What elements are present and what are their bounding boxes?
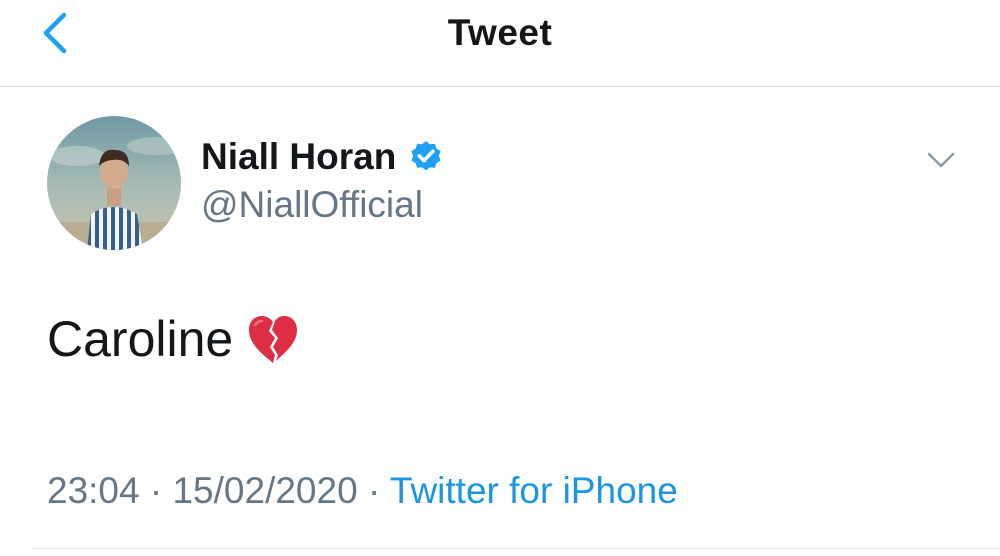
tweet-time: 23:04 [47, 470, 140, 511]
page-title: Tweet [447, 12, 553, 53]
tweet-source-link[interactable]: Twitter for iPhone [390, 470, 678, 511]
verified-badge-icon [411, 141, 441, 171]
tweet-date: 15/02/2020 [172, 470, 358, 511]
author-name[interactable]: Niall Horan [201, 136, 444, 178]
chevron-down-icon [927, 152, 955, 168]
meta-separator: · [357, 470, 390, 511]
author-display-name: Niall Horan [201, 136, 397, 177]
navigation-bar: Tweet [0, 0, 1000, 87]
tweet-detail-screen: Tweet Niall Horan @NiallOfficial Carolin… [0, 0, 1000, 556]
author-handle[interactable]: @NiallOfficial [201, 184, 423, 226]
more-options-button[interactable] [924, 148, 958, 174]
broken-heart-icon [249, 316, 298, 363]
tweet-text: Caroline [47, 311, 234, 367]
tweet-body: Caroline [47, 310, 301, 368]
divider [31, 548, 1000, 549]
avatar[interactable] [47, 116, 181, 250]
tweet-metadata: 23:04 · 15/02/2020 · Twitter for iPhone [47, 470, 678, 512]
meta-separator: · [139, 470, 173, 511]
